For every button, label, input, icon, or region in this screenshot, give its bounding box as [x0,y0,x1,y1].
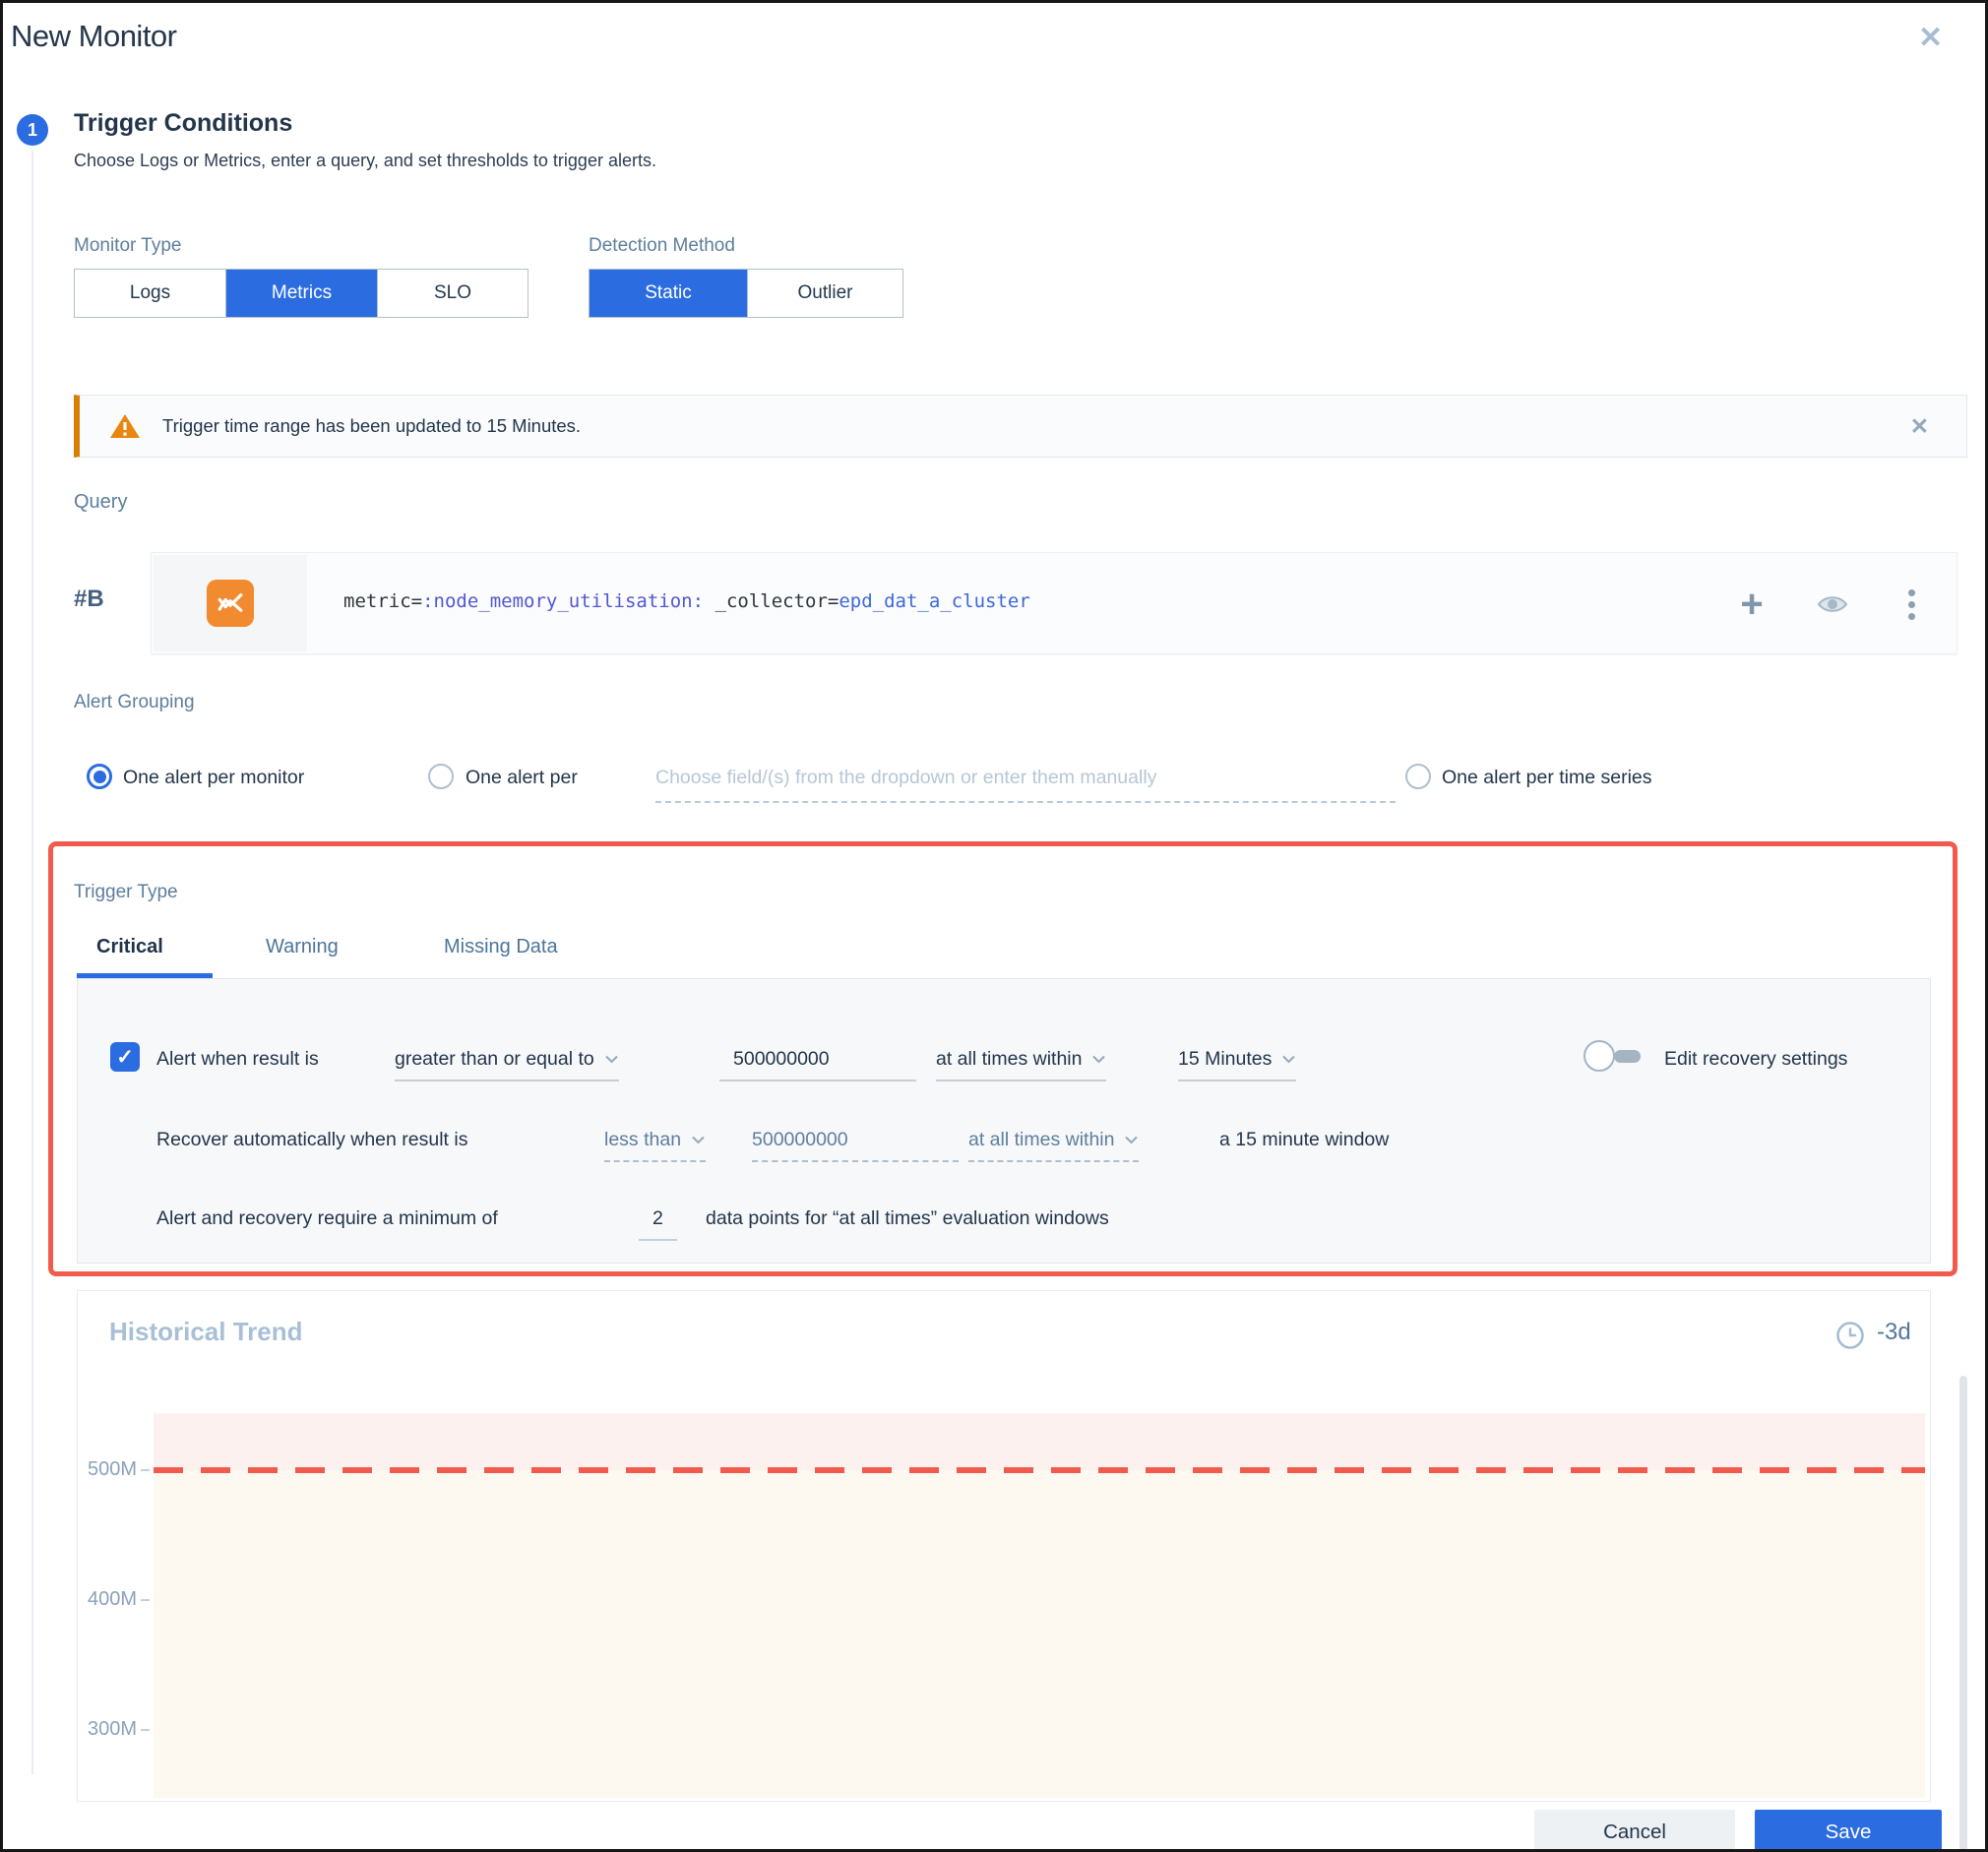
chevron-down-icon [692,1136,705,1144]
comparator-dropdown[interactable]: greater than or equal to [395,1048,619,1081]
warning-banner: Trigger time range has been updated to 1… [74,395,1967,458]
query-label: Query [74,491,128,513]
y-axis-tick: 500M [87,1458,137,1480]
query-metric-name: :node_memory_utilisation: [422,590,705,612]
trend-chart-plot-area [154,1413,1925,1798]
detection-outlier[interactable]: Outlier [747,270,902,317]
chevron-down-icon [1282,1055,1296,1064]
monitor-type-segmented: Logs Metrics SLO [74,269,528,318]
threshold-input[interactable]: 500000000 [719,1048,916,1081]
edit-recovery-label: Edit recovery settings [1664,1048,1848,1070]
monitor-type-logs[interactable]: Logs [75,270,225,317]
page-title: New Monitor [11,19,177,53]
alert-grouping-label: Alert Grouping [74,692,195,712]
min-points-suffix: data points for “at all times” evaluatio… [706,1207,1109,1229]
section-subtitle: Choose Logs or Metrics, enter a query, a… [74,151,656,170]
section-title: Trigger Conditions [74,109,293,137]
trigger-type-label: Trigger Type [74,882,178,902]
banner-close-icon[interactable]: ✕ [1910,413,1929,440]
recovery-occurrence-dropdown[interactable]: at all times within [968,1129,1140,1162]
group-fields-input[interactable]: Choose field/(s) from the dropdown or en… [655,767,1396,803]
normal-region-shade [154,1470,1925,1798]
query-row-id: #B [74,586,104,612]
time-window-value: 15 Minutes [1178,1048,1273,1070]
y-axis-tick: 300M [87,1718,137,1740]
kebab-menu-icon[interactable] [1892,553,1931,655]
recovery-row-suffix: a 15 minute window [1219,1129,1390,1150]
edit-recovery-toggle[interactable] [1584,1040,1645,1074]
tab-missing-data[interactable]: Missing Data [444,936,558,958]
comparator-value: greater than or equal to [395,1048,594,1070]
recovery-comparator-value: less than [604,1129,682,1150]
radio-one-alert-per-monitor[interactable] [87,764,112,789]
alert-enabled-checkbox[interactable]: ✓ [110,1042,140,1072]
min-points-input[interactable]: 2 [639,1207,677,1241]
historical-trend-title: Historical Trend [109,1317,303,1346]
radio-one-alert-per-time-series[interactable] [1405,764,1431,789]
save-button[interactable]: Save [1755,1810,1942,1849]
monitor-type-metrics[interactable]: Metrics [225,270,377,317]
monitor-type-label: Monitor Type [74,235,182,256]
critical-region-shade [154,1413,1925,1470]
occurrence-value: at all times within [936,1048,1083,1070]
recovery-threshold-input[interactable]: 500000000 [752,1129,959,1162]
chevron-down-icon [1125,1136,1139,1144]
radio-one-alert-per[interactable] [428,764,454,789]
recovery-comparator-dropdown[interactable]: less than [604,1129,707,1162]
cancel-button[interactable]: Cancel [1534,1810,1735,1849]
query-row: metric=:node_memory_utilisation: _collec… [151,552,1957,654]
chevron-down-icon [1092,1055,1106,1064]
close-icon[interactable]: ✕ [1918,21,1943,55]
time-window-dropdown[interactable]: 15 Minutes [1178,1048,1297,1081]
y-axis-tick-mark [141,1729,150,1731]
query-keyword: metric= [343,590,423,612]
detection-method-segmented: Static Outlier [589,269,903,318]
y-axis-tick: 400M [87,1588,137,1610]
detection-static[interactable]: Static [590,270,747,317]
y-axis-tick-mark [141,1599,150,1601]
query-type-tile [154,555,307,651]
warning-banner-text: Trigger time range has been updated to 1… [162,415,582,436]
radio-label: One alert per monitor [123,767,305,788]
trigger-conditions-panel: ✓ Alert when result is greater than or e… [77,978,1931,1264]
tab-critical[interactable]: Critical [96,936,163,958]
detection-method-label: Detection Method [589,235,735,256]
chevron-down-icon [605,1055,618,1064]
check-icon: ✓ [116,1045,134,1069]
min-points-prefix: Alert and recovery require a minimum of [156,1207,498,1229]
query-collector-value: epd_dat_a_cluster [839,590,1030,612]
historical-trend-panel: Historical Trend -3d 500M 400M 300M [77,1290,1931,1802]
step-connector-line [31,151,33,1774]
clock-icon [1835,1321,1865,1350]
monitor-type-slo[interactable]: SLO [377,270,528,317]
warning-icon [109,412,141,440]
alert-row-prefix: Alert when result is [156,1048,319,1070]
eye-icon[interactable] [1803,553,1862,655]
query-collector-keyword: _collector= [704,590,839,612]
y-axis-tick-mark [141,1469,150,1471]
add-query-button[interactable]: + [1722,553,1781,655]
step-number-badge: 1 [17,114,48,146]
recovery-occurrence-value: at all times within [968,1129,1115,1150]
vertical-scrollbar[interactable] [1959,1376,1967,1849]
radio-label: One alert per [466,767,578,788]
tab-warning[interactable]: Warning [266,936,339,958]
occurrence-dropdown[interactable]: at all times within [936,1048,1107,1081]
recovery-row-prefix: Recover automatically when result is [156,1129,468,1150]
radio-label: One alert per time series [1442,767,1652,788]
metrics-query-icon [207,580,254,627]
time-range-selector[interactable]: -3d [1877,1319,1911,1346]
new-monitor-dialog: New Monitor ✕ 1 Trigger Conditions Choos… [0,0,1988,1852]
threshold-dashed-line [154,1467,1925,1473]
query-input[interactable]: metric=:node_memory_utilisation: _collec… [343,590,1030,612]
